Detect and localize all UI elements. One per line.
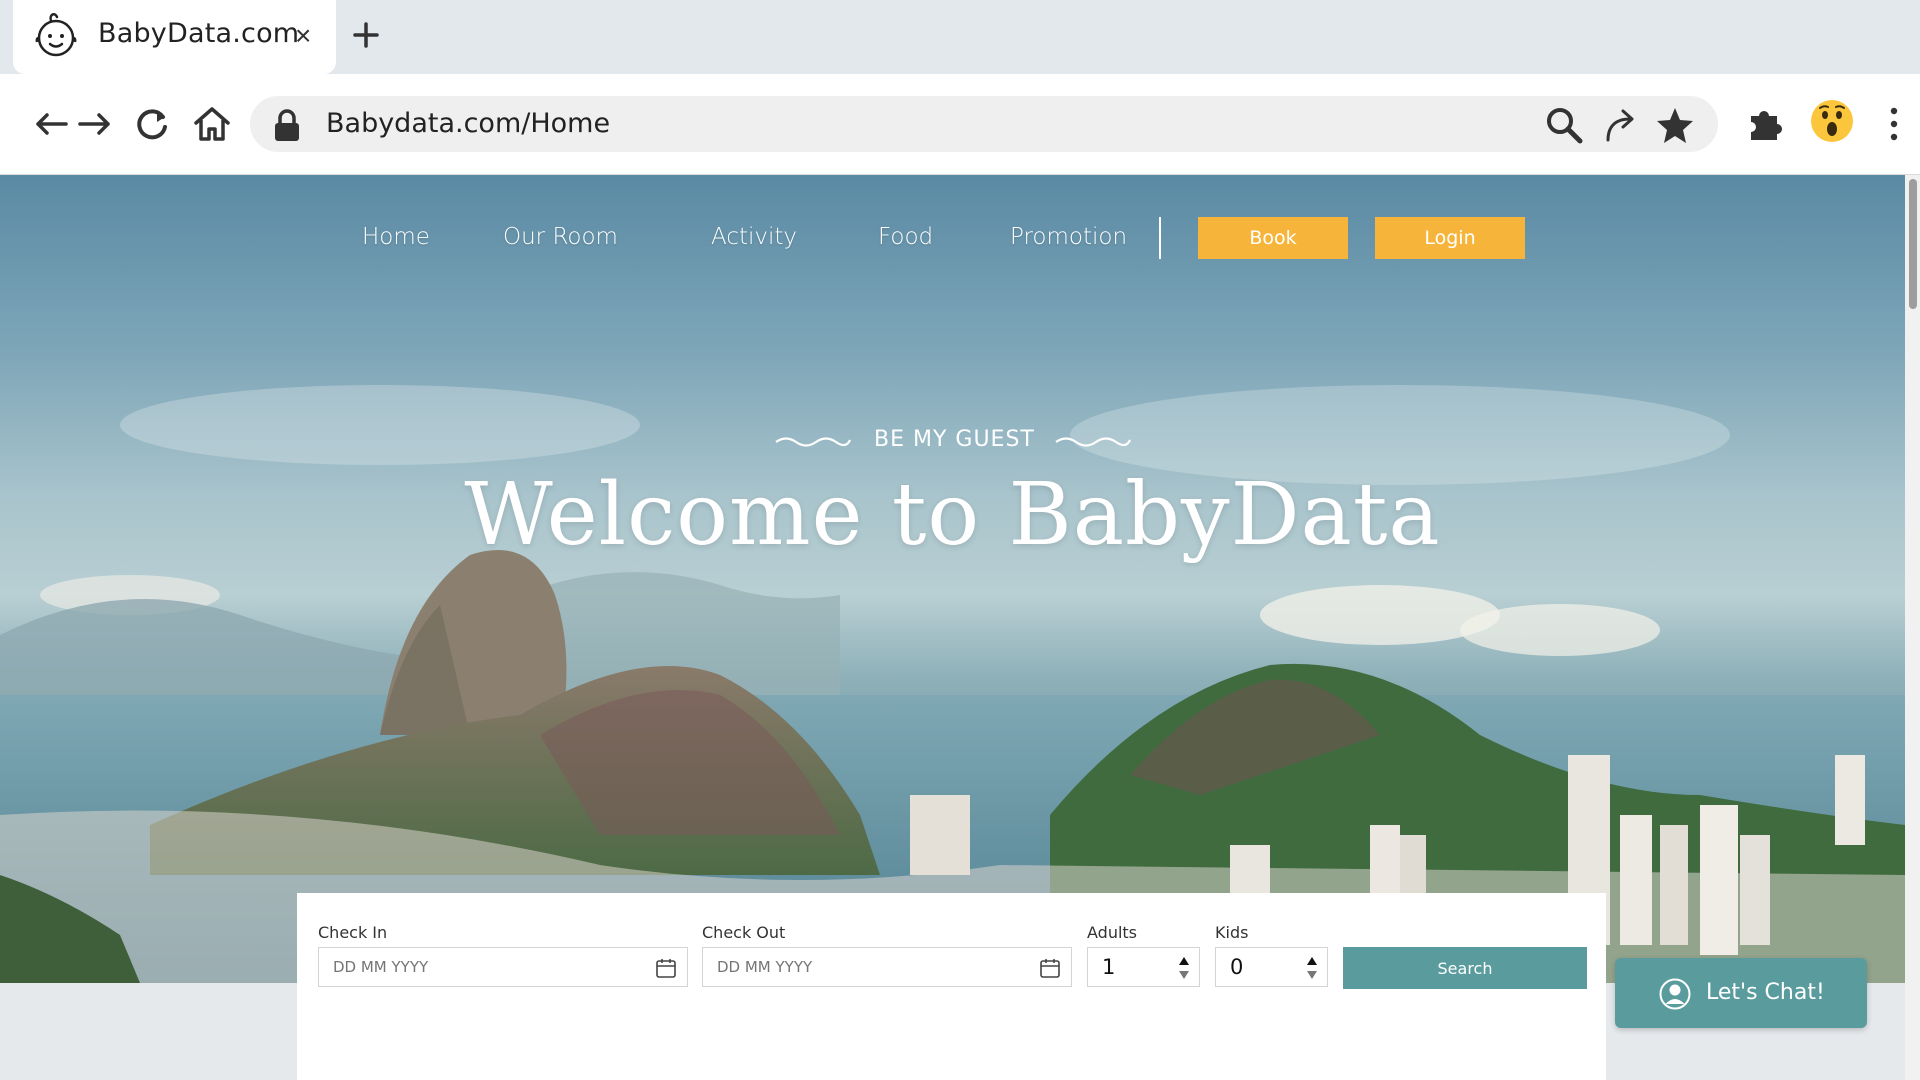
tab-close-button[interactable]: × (295, 20, 311, 52)
chat-label: Let's Chat! (1706, 980, 1825, 1005)
hero-headline: Welcome to BabyData (464, 465, 1441, 565)
browser-toolbar: Babydata.com/Home (0, 74, 1920, 175)
baby-face-icon (35, 13, 77, 57)
scrollbar-thumb[interactable] (1909, 179, 1917, 309)
adults-value[interactable]: 1 (1102, 955, 1115, 979)
spinner-arrows-icon[interactable] (1177, 954, 1191, 982)
calendar-icon[interactable] (655, 957, 677, 979)
kids-value[interactable]: 0 (1230, 955, 1243, 979)
spinner-arrows-icon[interactable] (1305, 954, 1319, 982)
kids-label: Kids (1215, 923, 1249, 942)
adults-stepper[interactable]: 1 (1087, 947, 1200, 987)
url-text[interactable]: Babydata.com/Home (326, 108, 610, 139)
reload-icon[interactable] (130, 102, 174, 146)
booking-form: Check In Check Out Adults 1 Kids (297, 893, 1606, 1080)
plus-icon[interactable] (346, 15, 386, 55)
chat-widget-button[interactable]: Let's Chat! (1615, 958, 1867, 1028)
check-out-field[interactable] (702, 947, 1072, 987)
check-in-field[interactable] (318, 947, 688, 987)
nav-promotion[interactable]: Promotion (1010, 224, 1127, 250)
browser-tabstrip: BabyData.com × (0, 0, 1920, 74)
kids-stepper[interactable]: 0 (1215, 947, 1328, 987)
check-in-input[interactable] (333, 958, 633, 976)
user-avatar-icon (1659, 978, 1691, 1010)
lock-icon (275, 109, 299, 141)
book-button[interactable]: Book (1198, 217, 1348, 259)
hero-landscape-image (0, 385, 1905, 983)
nav-home[interactable]: Home (362, 224, 430, 250)
address-bar[interactable]: Babydata.com/Home (250, 96, 1718, 152)
nav-food[interactable]: Food (878, 224, 933, 250)
web-page: Home Our Room Activity Food Promotion Bo… (0, 175, 1920, 1080)
home-icon[interactable] (190, 102, 234, 146)
hero-tagline: BE MY GUEST (874, 427, 1035, 452)
site-nav: Home Our Room Activity Food Promotion Bo… (0, 175, 1905, 285)
check-out-label: Check Out (702, 923, 786, 942)
puzzle-icon[interactable] (1743, 102, 1787, 146)
check-in-label: Check In (318, 923, 388, 942)
adults-label: Adults (1087, 923, 1138, 942)
star-icon[interactable] (1654, 104, 1696, 146)
profile-emoji-icon[interactable] (1809, 98, 1855, 144)
tagline-row: BE MY GUEST (770, 421, 1140, 461)
wave-left-icon (775, 437, 852, 447)
page-scrollbar[interactable] (1905, 175, 1920, 1080)
hero-section: Home Our Room Activity Food Promotion Bo… (0, 175, 1905, 983)
back-arrow-icon[interactable] (30, 102, 74, 146)
search-button[interactable]: Search (1343, 947, 1587, 989)
search-icon[interactable] (1543, 104, 1585, 146)
check-out-input[interactable] (717, 958, 1017, 976)
share-icon[interactable] (1600, 104, 1642, 146)
calendar-icon[interactable] (1039, 957, 1061, 979)
nav-divider (1159, 217, 1161, 259)
wave-right-icon (1055, 437, 1132, 447)
tab-title: BabyData.com (98, 18, 300, 49)
nav-activity[interactable]: Activity (711, 224, 797, 250)
nav-our-room[interactable]: Our Room (503, 224, 618, 250)
browser-tab[interactable]: BabyData.com × (13, 0, 336, 74)
more-vertical-icon[interactable] (1872, 102, 1916, 146)
login-button[interactable]: Login (1375, 217, 1525, 259)
forward-arrow-icon[interactable] (72, 102, 116, 146)
